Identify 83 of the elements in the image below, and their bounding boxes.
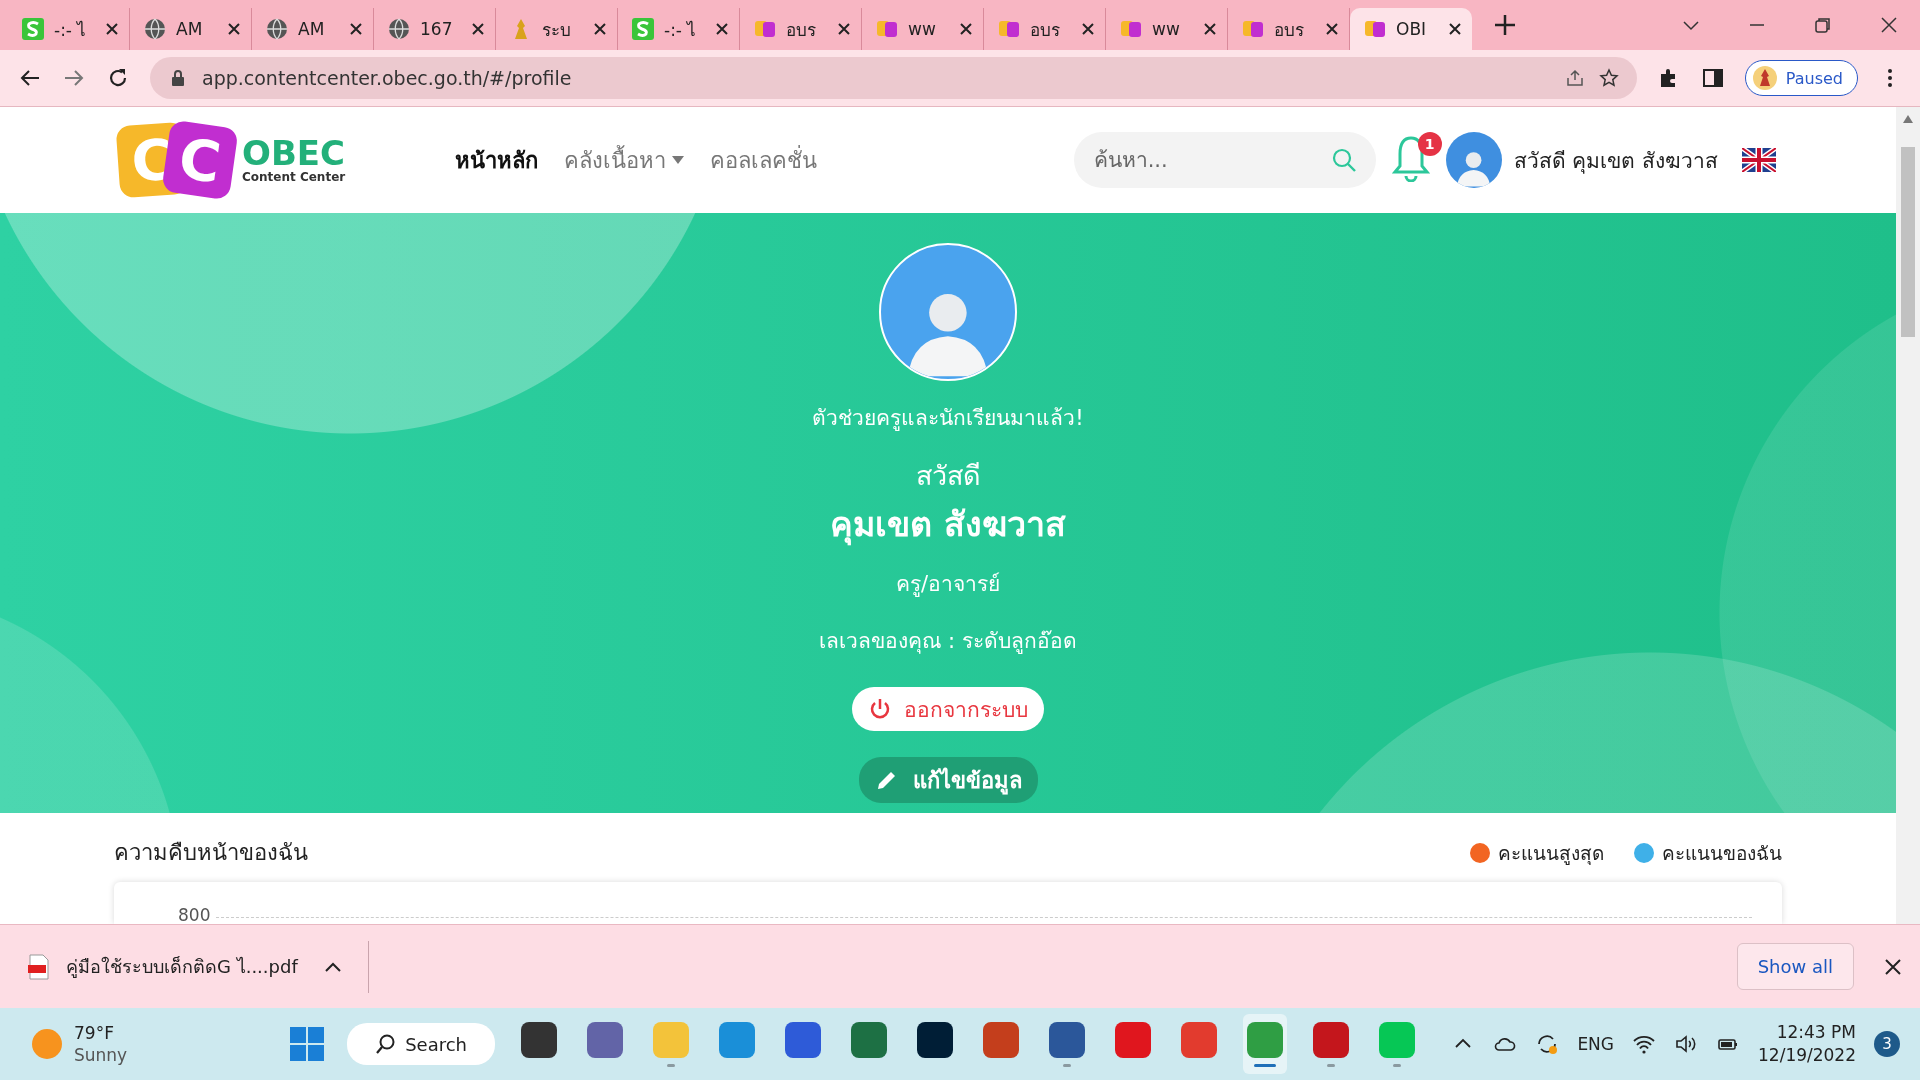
side-panel-icon[interactable] — [1700, 66, 1725, 90]
language-indicator[interactable]: ENG — [1577, 1034, 1614, 1054]
emblem-icon — [1751, 65, 1778, 91]
axis-tick-label: 800 — [178, 907, 211, 924]
scroll-up-icon[interactable] — [1903, 115, 1913, 123]
notification-count-badge[interactable]: 3 — [1874, 1031, 1900, 1057]
share-icon[interactable] — [1564, 68, 1585, 88]
notification-badge: 1 — [1417, 132, 1442, 156]
globe-icon — [388, 18, 410, 40]
globe-icon — [266, 18, 288, 40]
tab-title: -:- ไ — [54, 18, 88, 42]
bell-icon[interactable] — [1389, 134, 1432, 182]
show-all-button[interactable]: Show all — [1736, 943, 1854, 990]
windows-start-icon[interactable] — [289, 1026, 326, 1062]
greeting: สวัสดี — [915, 459, 981, 493]
tab-title: ระบ — [542, 18, 572, 42]
tab-title: อบร — [786, 18, 817, 42]
temperature[interactable]: 79°F — [74, 1021, 128, 1044]
section-title: ความคืบหน้าของฉัน — [114, 839, 308, 867]
tab-title: AM — [176, 19, 204, 39]
close-icon[interactable] — [837, 22, 851, 36]
browser-tab[interactable]: OBI — [1350, 8, 1472, 50]
new-tab-icon[interactable] — [1492, 12, 1518, 38]
star-icon[interactable] — [1598, 68, 1619, 88]
close-icon[interactable] — [959, 22, 973, 36]
profile-button[interactable]: Paused — [1744, 60, 1858, 96]
close-icon[interactable] — [715, 22, 729, 36]
pdf-file-icon — [28, 953, 50, 980]
tagline: ตัวช่วยครูและนักเรียนมาแล้ว! — [812, 405, 1084, 433]
cc-logo-icon — [876, 18, 898, 40]
address-bar[interactable]: app.contentcenter.obec.go.th/#/profile — [150, 57, 1637, 99]
sync-icon[interactable] — [1535, 1032, 1560, 1056]
close-icon[interactable] — [1081, 22, 1095, 36]
close-icon[interactable] — [1325, 22, 1339, 36]
flag-icon[interactable] — [1742, 148, 1776, 172]
tab-title: อบร — [1274, 18, 1305, 42]
close-icon[interactable] — [1880, 16, 1898, 34]
tab-title: ww — [1152, 19, 1181, 39]
download-file-name[interactable]: คู่มือใช้ระบบเด็กติดG ไ....pdf — [66, 952, 298, 981]
tab-title: OBI — [1396, 19, 1428, 39]
tab-title: AM — [298, 19, 326, 39]
cc-logo-icon — [1364, 18, 1386, 40]
nav-link[interactable]: คลังเนื้อหา — [564, 142, 685, 178]
close-icon[interactable] — [1884, 957, 1902, 976]
taskbar-search-button[interactable]: Search — [347, 1023, 496, 1065]
globe-icon — [144, 18, 166, 40]
nav-link[interactable]: คอลเลคชั่น — [710, 142, 818, 178]
close-icon[interactable] — [349, 22, 363, 36]
legend-label: คะแนนของฉัน — [1662, 840, 1782, 866]
nav-link[interactable]: หน้าหลัก — [455, 142, 539, 178]
cc-logo-icon — [1242, 18, 1264, 40]
weather-condition[interactable]: Sunny — [74, 1044, 128, 1067]
logo-name: OBEC — [242, 136, 346, 170]
user-role: ครู/อาจารย์ — [895, 571, 1001, 599]
user-greeting[interactable]: สวัสดี คุมเขต สังฆวาส — [1513, 143, 1718, 177]
restore-icon[interactable] — [1814, 16, 1832, 34]
power-icon — [868, 697, 892, 721]
clock-date[interactable]: 12/19/2022 — [1758, 1044, 1856, 1067]
tab-title: 167 — [420, 19, 454, 39]
logout-button[interactable]: ออกจากระบบ — [852, 687, 1044, 731]
tab-title: -:- ไ — [664, 18, 698, 42]
logo-subtitle: Content Center — [242, 170, 346, 184]
tab-title: อบร — [1030, 18, 1061, 42]
close-icon[interactable] — [1203, 22, 1217, 36]
user-level: เลเวลของคุณ : ระดับลูกอ๊อด — [819, 628, 1077, 656]
tab-title: ww — [908, 19, 937, 39]
close-icon[interactable] — [1448, 22, 1462, 36]
chevron-up-icon[interactable] — [323, 960, 342, 973]
close-icon[interactable] — [105, 22, 119, 36]
s-logo-icon — [632, 18, 654, 40]
close-icon[interactable] — [593, 22, 607, 36]
s-logo-icon — [22, 18, 44, 40]
cc-logo-icon — [1120, 18, 1142, 40]
url-text: app.contentcenter.obec.go.th/#/profile — [202, 67, 573, 89]
legend-label: คะแนนสูงสุด — [1498, 840, 1604, 867]
clock-time[interactable]: 12:43 PM — [1776, 1021, 1856, 1044]
user-name: คุมเขต สังฆวาส — [830, 503, 1066, 548]
close-icon[interactable] — [227, 22, 241, 36]
close-icon[interactable] — [471, 22, 485, 36]
cc-logo-icon — [754, 18, 776, 40]
search-field[interactable]: ค้นหา... — [1073, 132, 1376, 188]
cc-logo-icon — [998, 18, 1020, 40]
scrollbar-thumb[interactable] — [1901, 147, 1915, 337]
